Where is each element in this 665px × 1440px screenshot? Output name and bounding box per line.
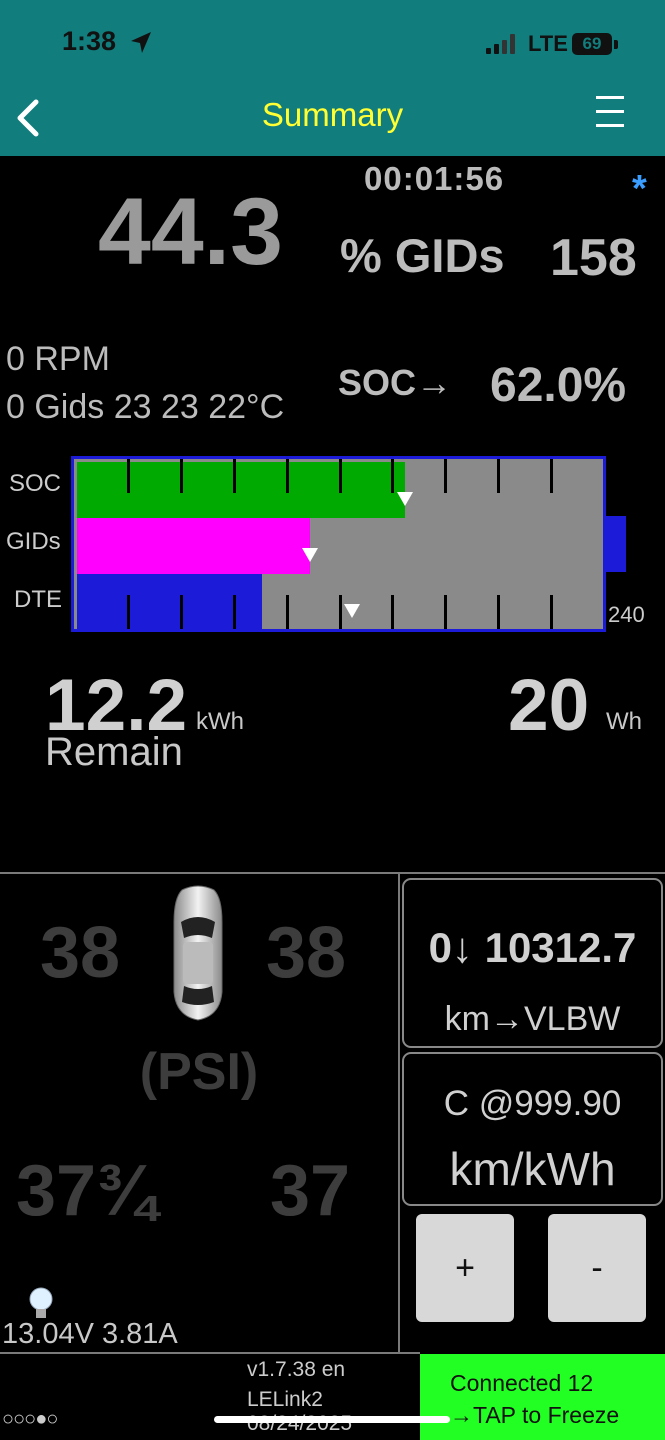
status-time: 1:38 <box>62 26 117 56</box>
divider-vertical <box>398 874 400 1352</box>
battery-icon: 69 <box>572 33 612 55</box>
plus-button[interactable]: + <box>416 1214 514 1322</box>
elapsed-timer: 00:01:56 <box>364 160 505 197</box>
voltage-current-readout: 13.04V 3.81A <box>2 1318 178 1350</box>
wh-value: 20 <box>508 665 590 746</box>
gauge-marker-dte <box>344 604 360 618</box>
gauge-tick <box>444 595 447 629</box>
obd-device-name: LELink2 <box>247 1388 323 1411</box>
gauge-tick <box>497 595 500 629</box>
gauge-tick <box>233 459 236 493</box>
light-bulb-icon <box>29 1287 53 1318</box>
location-arrow-icon <box>131 32 151 53</box>
home-indicator[interactable] <box>214 1416 450 1423</box>
gauge-marker-gids <box>302 548 318 562</box>
kwh-unit: kWh <box>196 708 244 735</box>
tyre-front-left: 38 <box>40 913 121 993</box>
gauge-tick <box>391 595 394 629</box>
gauge-tick <box>339 595 342 629</box>
gauge-tick <box>180 459 183 493</box>
battery-tip <box>614 40 618 49</box>
odometer-unit: km→VLBW <box>444 1000 621 1038</box>
wh-unit: Wh <box>606 708 642 735</box>
connection-status: Connected 12 <box>450 1370 594 1396</box>
tap-to-freeze-label: →TAP to Freeze <box>450 1402 620 1428</box>
odometer-box[interactable]: 0↓ 10312.7 km→VLBW <box>402 878 663 1048</box>
page-indicator-dots[interactable]: ○○○●○ <box>2 1408 58 1431</box>
menu-button[interactable] <box>592 92 628 132</box>
divider-top <box>0 872 665 874</box>
efficiency-line2: km/kWh <box>449 1143 616 1195</box>
signal-icon <box>486 34 520 54</box>
page-title: Summary <box>261 96 404 133</box>
gauge-tick <box>339 459 342 493</box>
gauge-scale-max: 240 <box>608 602 645 627</box>
gauge-label-soc: SOC <box>9 470 62 497</box>
battery-gauge <box>71 456 606 632</box>
gauge-tick <box>391 459 394 493</box>
efficiency-line1: C @999.90 <box>443 1084 622 1123</box>
tyre-rear-right: 37 <box>270 1151 351 1231</box>
gauge-tick <box>127 459 130 493</box>
tyre-rear-left: 37¾ <box>16 1151 157 1231</box>
gauge-tick <box>550 595 553 629</box>
bluetooth-star-icon: * <box>632 168 647 210</box>
gauge-tick <box>286 459 289 493</box>
gauge-tick <box>497 459 500 493</box>
gauge-tail <box>606 516 626 572</box>
gauge-tick <box>444 459 447 493</box>
soc-label: SOC→ <box>338 362 453 403</box>
rpm-readout: 0 RPM <box>6 340 110 378</box>
efficiency-box[interactable]: C @999.90 km/kWh <box>402 1052 663 1206</box>
gids-temp-readout: 0 Gids 23 23 22°C <box>6 388 285 426</box>
gauge-tick <box>550 459 553 493</box>
connection-freeze-button[interactable]: Connected 12 →TAP to Freeze <box>420 1354 665 1440</box>
app-version: v1.7.38 en <box>247 1358 346 1381</box>
gauge-tick <box>127 595 130 629</box>
odometer-value: 0↓ 10312.7 <box>428 924 637 971</box>
gauge-bar-gids <box>77 518 310 574</box>
gauge-label-dte: DTE <box>14 586 62 613</box>
tyre-front-right: 38 <box>266 913 347 993</box>
divider-bottom <box>0 1352 420 1354</box>
gauge-tick <box>286 595 289 629</box>
gauge-label-gids: GIDs <box>6 528 61 555</box>
gauge-marker-soc <box>397 492 413 506</box>
tyre-pressure-unit: (PSI) <box>139 1043 259 1101</box>
gauge-tick <box>180 595 183 629</box>
gids-percent-value: 44.3 <box>98 179 283 285</box>
remain-label: Remain <box>45 730 183 774</box>
network-type: LTE <box>528 31 568 56</box>
gauge-tick <box>233 595 236 629</box>
minus-button[interactable]: - <box>548 1214 646 1322</box>
car-top-view-icon <box>173 885 223 1021</box>
soc-value: 62.0% <box>490 359 627 412</box>
gids-value: 158 <box>550 229 637 287</box>
gids-percent-label: % GIDs <box>340 229 505 282</box>
